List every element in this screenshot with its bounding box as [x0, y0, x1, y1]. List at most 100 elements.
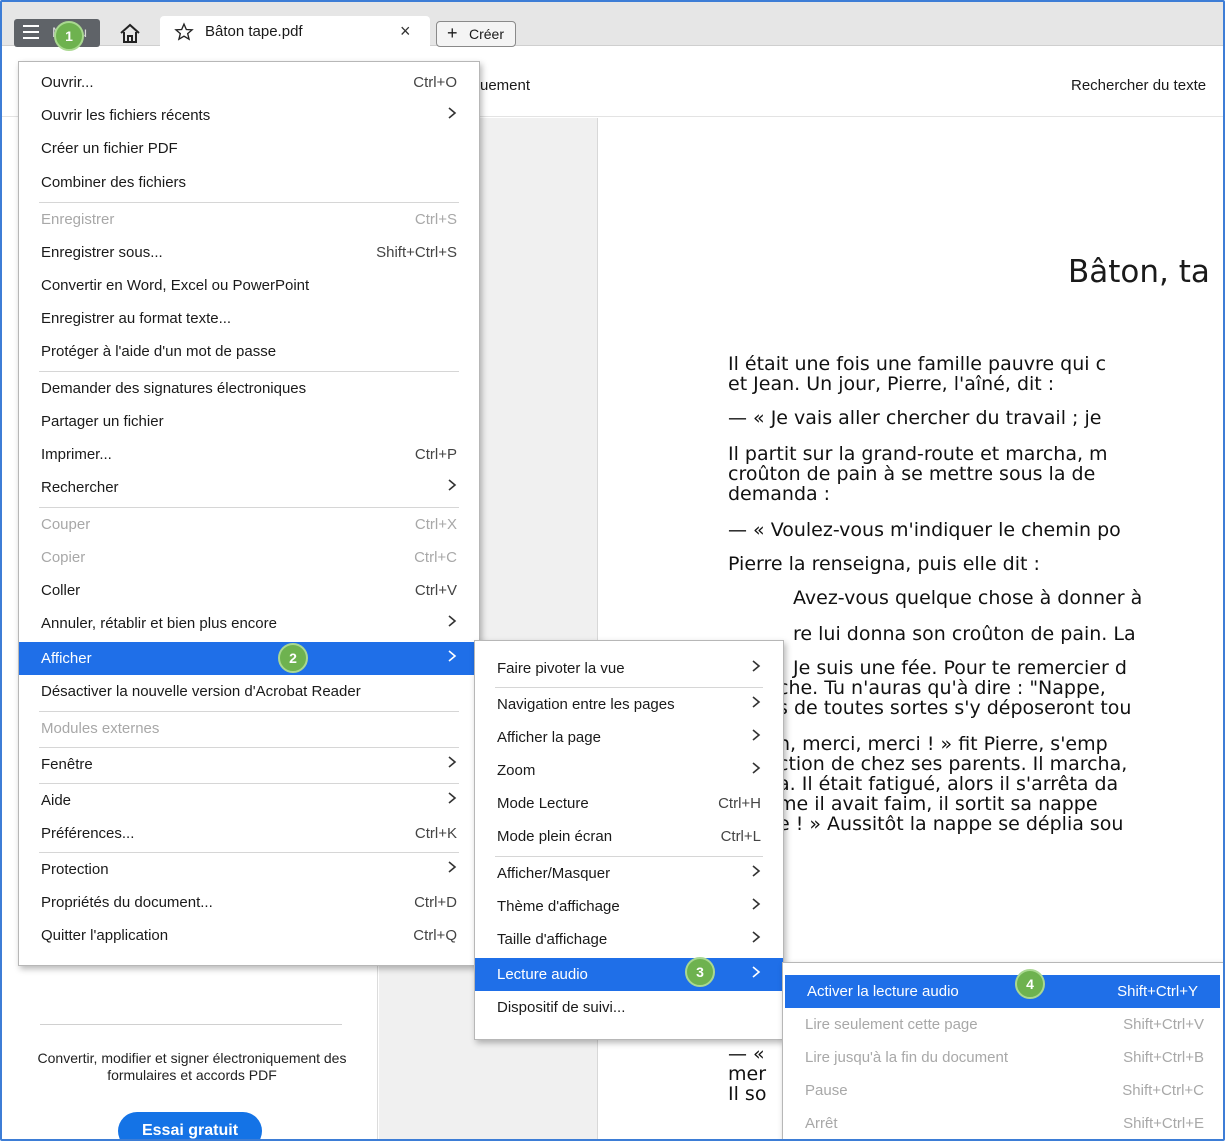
- menu-item-plugins[interactable]: Modules externes: [19, 712, 479, 745]
- chevron-right-icon: [752, 931, 761, 943]
- menu-item-create-pdf[interactable]: Créer un fichier PDF: [19, 132, 479, 165]
- menu-item-save-text[interactable]: Enregistrer au format texte...: [19, 302, 479, 335]
- text-line: — « Je vais aller chercher du travail ; …: [728, 407, 1102, 429]
- text-line: — «: [728, 1043, 765, 1065]
- menu-item-preferences[interactable]: Préférences... Ctrl+K: [19, 817, 479, 850]
- menu-item-view[interactable]: Afficher: [19, 642, 479, 675]
- chevron-right-icon: [752, 696, 761, 708]
- menu-item-zoom[interactable]: Zoom: [475, 754, 783, 787]
- text-line: ction de chez ses parents. Il marcha,: [778, 753, 1128, 775]
- menu-item-request-signatures[interactable]: Demander des signatures électroniques: [19, 372, 479, 405]
- chevron-right-icon: [448, 107, 457, 119]
- tab-document[interactable]: Bâton tape.pdf ×: [160, 16, 430, 47]
- menu-item-display-theme[interactable]: Thème d'affichage: [475, 890, 783, 923]
- menu-item-help[interactable]: Aide: [19, 784, 479, 817]
- text-line: Je suis une fée. Pour te remercier d: [793, 657, 1127, 679]
- promo-text: Convertir, modifier et signer électroniq…: [37, 1050, 347, 1083]
- search-text-button[interactable]: Rechercher du texte: [1071, 77, 1206, 94]
- menu-item-paste[interactable]: Coller Ctrl+V: [19, 574, 479, 607]
- chevron-right-icon: [752, 762, 761, 774]
- menu-item-copy[interactable]: Copier Ctrl+C: [19, 541, 479, 574]
- panel-divider: [40, 1024, 342, 1025]
- chevron-right-icon: [752, 966, 761, 978]
- chevron-right-icon: [448, 479, 457, 491]
- text-line: croûton de pain à se mettre sous la de: [728, 463, 1096, 485]
- menu-item-read-to-end[interactable]: Lire jusqu'à la fin du document Shift+Ctr…: [783, 1041, 1223, 1074]
- text-line: e ! » Aussitôt la nappe se déplia sou: [778, 813, 1124, 835]
- menu-item-window[interactable]: Fenêtre: [19, 748, 479, 781]
- plus-icon: +: [447, 23, 458, 43]
- menu-item-rotate-view[interactable]: Faire pivoter la vue: [475, 652, 783, 685]
- menu-item-read-aloud[interactable]: Lecture audio: [475, 958, 783, 991]
- step-badge-4: 4: [1015, 969, 1045, 999]
- create-button[interactable]: + Créer: [436, 21, 516, 47]
- text-line: — « Voulez-vous m'indiquer le chemin po: [728, 519, 1121, 541]
- toolbar-document-label[interactable]: uement: [480, 77, 530, 94]
- step-badge-1: 1: [54, 21, 84, 51]
- menu-item-combine-files[interactable]: Combiner des fichiers: [19, 166, 479, 199]
- text-line: s de toutes sortes s'y déposeront tou: [778, 697, 1132, 719]
- text-line: Pierre la renseigna, puis elle dit :: [728, 553, 1040, 575]
- star-icon[interactable]: [174, 22, 194, 42]
- step-badge-3: 3: [685, 957, 715, 987]
- chevron-right-icon: [448, 792, 457, 804]
- menu-item-quit[interactable]: Quitter l'application Ctrl+Q: [19, 919, 479, 952]
- menu-item-page-display[interactable]: Afficher la page: [475, 721, 783, 754]
- menu-item-activate-read-aloud[interactable]: Activer la lecture audio Shift+Ctrl+Y: [785, 975, 1220, 1008]
- text-line: Il était une fois une famille pauvre qui…: [728, 353, 1107, 375]
- chevron-right-icon: [752, 729, 761, 741]
- menu-item-display-size[interactable]: Taille d'affichage: [475, 923, 783, 956]
- menu-item-pause[interactable]: Pause Shift+Ctrl+C: [783, 1074, 1223, 1107]
- read-aloud-submenu: Activer la lecture audio Shift+Ctrl+Y Lir…: [782, 962, 1223, 1139]
- menu-item-reading-mode[interactable]: Mode Lecture Ctrl+H: [475, 787, 783, 820]
- tab-title: Bâton tape.pdf: [205, 23, 303, 40]
- menu-item-save[interactable]: Enregistrer Ctrl+S: [19, 203, 479, 236]
- menu-item-open-recent[interactable]: Ouvrir les fichiers récents: [19, 99, 479, 132]
- view-submenu: Faire pivoter la vue Navigation entre le…: [474, 640, 784, 1040]
- text-line: me il avait faim, il sortit sa nappe: [778, 793, 1098, 815]
- chevron-right-icon: [752, 898, 761, 910]
- menu-item-tracker[interactable]: Dispositif de suivi...: [475, 991, 783, 1024]
- text-line: che. Tu n'auras qu'à dire : "Nappe,: [778, 677, 1106, 699]
- chevron-right-icon: [448, 861, 457, 873]
- text-line: Avez-vous quelque chose à donner à: [793, 587, 1143, 609]
- chevron-right-icon: [752, 865, 761, 877]
- free-trial-button[interactable]: Essai gratuit: [118, 1112, 262, 1139]
- menu-item-save-as[interactable]: Enregistrer sous... Shift+Ctrl+S: [19, 236, 479, 269]
- menu-item-protect-password[interactable]: Protéger à l'aide d'un mot de passe: [19, 335, 479, 368]
- chevron-right-icon: [448, 615, 457, 627]
- chevron-right-icon: [448, 650, 457, 662]
- close-tab-icon[interactable]: ×: [400, 21, 411, 42]
- menu-item-read-this-page[interactable]: Lire seulement cette page Shift+Ctrl+V: [783, 1008, 1223, 1041]
- menu-item-page-navigation[interactable]: Navigation entre les pages: [475, 688, 783, 721]
- tab-bar: Menu Bâton tape.pdf × + Créer: [2, 2, 1223, 47]
- text-line: et Jean. Un jour, Pierre, l'aîné, dit :: [728, 373, 1055, 395]
- text-line: re lui donna son croûton de pain. La: [793, 623, 1136, 645]
- text-line: demanda :: [728, 483, 831, 505]
- menu-item-cut[interactable]: Couper Ctrl+X: [19, 508, 479, 541]
- hamburger-icon: [23, 25, 39, 39]
- main-menu: Ouvrir... Ctrl+O Ouvrir les fichiers réce…: [18, 61, 480, 966]
- app-window: Menu Bâton tape.pdf × + Créer uement Rec…: [0, 0, 1225, 1141]
- chevron-right-icon: [448, 756, 457, 768]
- menu-item-protection[interactable]: Protection: [19, 853, 479, 886]
- menu-item-document-properties[interactable]: Propriétés du document... Ctrl+D: [19, 886, 479, 919]
- menu-item-undo-redo[interactable]: Annuler, rétablir et bien plus encore: [19, 607, 479, 640]
- create-button-label: Créer: [469, 26, 505, 42]
- text-line: Il so: [728, 1083, 767, 1105]
- menu-item-print[interactable]: Imprimer... Ctrl+P: [19, 438, 479, 471]
- text-line: a. Il était fatigué, alors il s'arrêta d…: [778, 773, 1119, 795]
- menu-item-full-screen[interactable]: Mode plein écran Ctrl+L: [475, 820, 783, 853]
- menu-item-disable-new-version[interactable]: Désactiver la nouvelle version d'Acrobat…: [19, 675, 479, 708]
- menu-item-open[interactable]: Ouvrir... Ctrl+O: [19, 66, 479, 99]
- menu-item-convert[interactable]: Convertir en Word, Excel ou PowerPoint: [19, 269, 479, 302]
- step-badge-2: 2: [278, 643, 308, 673]
- menu-item-show-hide[interactable]: Afficher/Masquer: [475, 857, 783, 890]
- text-line: Il partit sur la grand-route et marcha, …: [728, 443, 1108, 465]
- menu-item-search[interactable]: Rechercher: [19, 471, 479, 504]
- menu-item-stop[interactable]: Arrêt Shift+Ctrl+E: [783, 1107, 1223, 1139]
- home-icon[interactable]: [118, 22, 142, 46]
- text-line: mer: [728, 1063, 767, 1085]
- menu-item-share-file[interactable]: Partager un fichier: [19, 405, 479, 438]
- text-line: h, merci, merci ! » fit Pierre, s'emp: [778, 733, 1108, 755]
